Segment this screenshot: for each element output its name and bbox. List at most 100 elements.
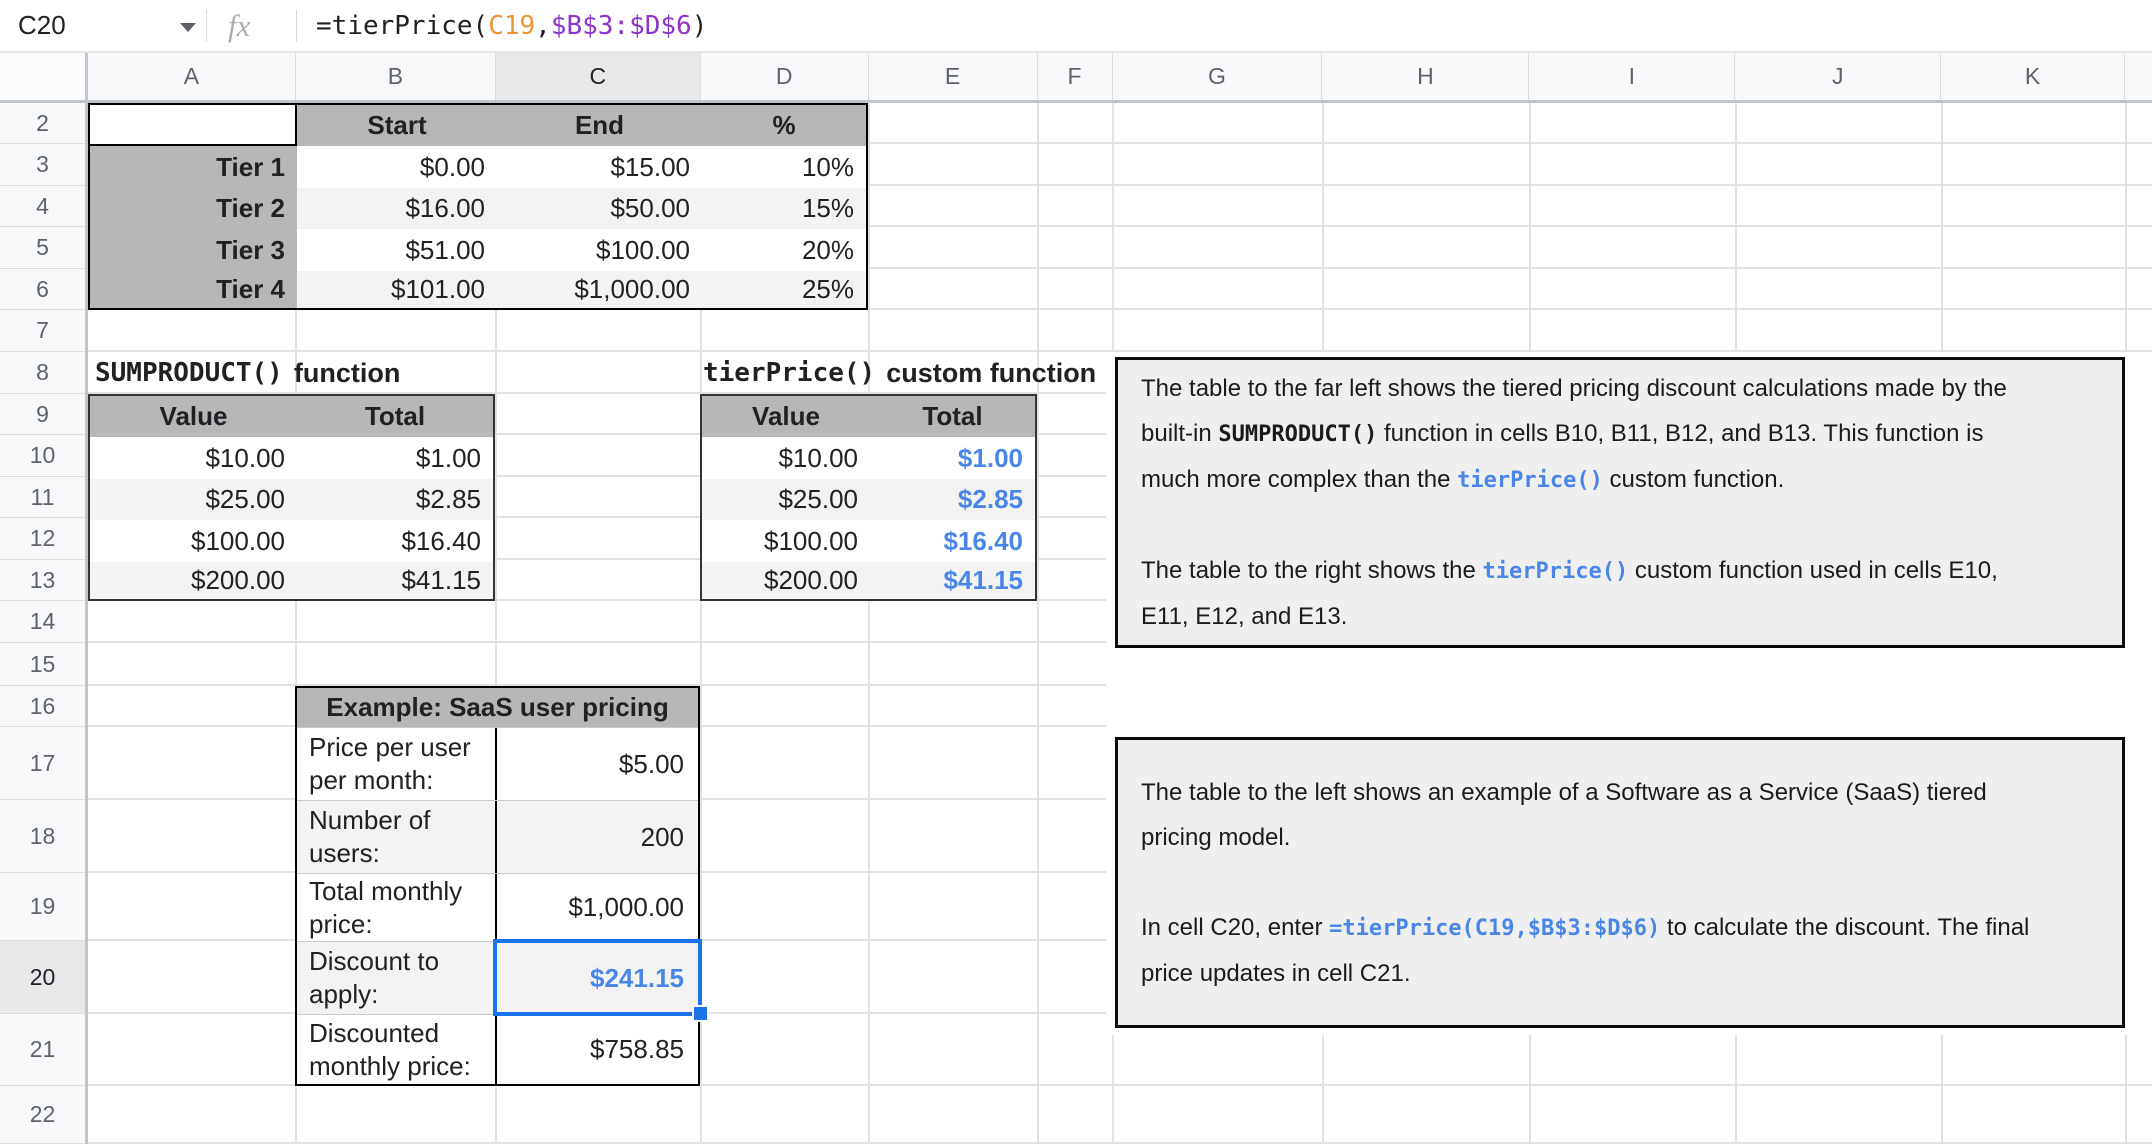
row-header[interactable]: 13 xyxy=(0,560,85,601)
grid-row-line xyxy=(88,310,2152,352)
note-box-sumproduct[interactable]: The table to the far left shows the tier… xyxy=(1115,357,2125,648)
cell[interactable]: $16.40 xyxy=(297,520,493,562)
table-row: $200.00 $41.15 xyxy=(90,562,493,599)
cell[interactable]: $50.00 xyxy=(497,188,702,229)
tier-header-end[interactable]: End xyxy=(497,105,702,146)
grid-row-line xyxy=(88,1086,2152,1144)
cell[interactable]: $41.15 xyxy=(297,562,493,599)
column-header[interactable]: J xyxy=(1734,53,1940,100)
cell[interactable]: $2.85 xyxy=(870,479,1035,520)
table-row: Example: SaaS user pricing xyxy=(297,688,698,727)
cell[interactable]: Number of users: xyxy=(297,801,497,873)
header-total[interactable]: Total xyxy=(870,396,1035,437)
row-header[interactable]: 17 xyxy=(0,727,85,800)
table-row: Price per user per month: $5.00 xyxy=(297,727,698,800)
column-header[interactable]: C xyxy=(494,53,700,100)
text-segment: SUMPRODUCT() xyxy=(1218,422,1378,447)
cell-a2[interactable] xyxy=(90,105,297,146)
row-header[interactable]: 22 xyxy=(0,1086,85,1144)
cell[interactable]: $16.00 xyxy=(297,188,497,229)
cell[interactable]: $25.00 xyxy=(702,479,870,520)
row-header[interactable]: 19 xyxy=(0,873,85,941)
row-header[interactable]: 6 xyxy=(0,269,85,310)
row-header[interactable]: 10 xyxy=(0,435,85,477)
row-header[interactable]: 4 xyxy=(0,186,85,227)
row-header[interactable]: 7 xyxy=(0,310,85,352)
select-all-corner[interactable] xyxy=(0,53,88,103)
cell[interactable]: 10% xyxy=(702,146,866,188)
cell[interactable]: $15.00 xyxy=(497,146,702,188)
spreadsheet-app: C20 fx =tierPrice(C19, $B$3:$D$6) ABCDEFG… xyxy=(0,0,2152,1144)
cell[interactable]: $25.00 xyxy=(90,479,297,520)
sumproduct-title-mono: SUMPRODUCT() xyxy=(95,358,283,388)
cell[interactable]: Discount to apply: xyxy=(297,942,497,1014)
row-header[interactable]: 12 xyxy=(0,518,85,560)
cell[interactable]: 15% xyxy=(702,188,866,229)
note-box-saas[interactable]: The table to the left shows an example o… xyxy=(1115,737,2125,1028)
cell[interactable]: $5.00 xyxy=(497,728,698,800)
row-header[interactable]: 21 xyxy=(0,1014,85,1086)
cell[interactable]: Discounted monthly price: xyxy=(297,1015,497,1084)
cell[interactable]: 25% xyxy=(702,271,866,308)
note-paragraph: The table to the far left shows the tier… xyxy=(1141,366,2099,503)
column-header[interactable]: E xyxy=(867,53,1037,100)
row-header[interactable]: 8 xyxy=(0,352,85,394)
cell[interactable]: $100.00 xyxy=(497,229,702,271)
cell[interactable]: $41.15 xyxy=(870,562,1035,599)
row-header[interactable]: 16 xyxy=(0,686,85,727)
cell[interactable]: $100.00 xyxy=(90,520,297,562)
chevron-down-icon[interactable] xyxy=(180,23,196,32)
row-header[interactable]: 2 xyxy=(0,103,85,144)
column-header[interactable]: H xyxy=(1321,53,1528,100)
cell[interactable]: $758.85 xyxy=(497,1015,698,1084)
cell[interactable]: 200 xyxy=(497,801,698,873)
tier-header-pct[interactable]: % xyxy=(702,105,866,146)
row-header[interactable]: 15 xyxy=(0,643,85,686)
header-value[interactable]: Value xyxy=(702,396,870,437)
column-header[interactable]: D xyxy=(699,53,868,100)
row-header[interactable]: 9 xyxy=(0,394,85,435)
cell[interactable]: $1,000.00 xyxy=(497,874,698,941)
name-box[interactable]: C20 xyxy=(18,0,66,51)
column-header[interactable]: G xyxy=(1111,53,1322,100)
cell[interactable]: $16.40 xyxy=(870,520,1035,562)
cell[interactable]: $51.00 xyxy=(297,229,497,271)
cell[interactable]: $10.00 xyxy=(90,437,297,479)
cell[interactable]: $1.00 xyxy=(297,437,493,479)
cell[interactable]: $200.00 xyxy=(90,562,297,599)
selected-cell-value[interactable]: $241.15 xyxy=(497,942,698,1014)
column-header[interactable]: A xyxy=(88,53,295,100)
cell[interactable]: Tier 3 xyxy=(90,229,297,271)
row-header[interactable]: 14 xyxy=(0,601,85,643)
tier-header-start[interactable]: Start xyxy=(297,105,497,146)
cell[interactable]: Total monthly price: xyxy=(297,874,497,941)
row-header[interactable]: 11 xyxy=(0,477,85,518)
column-header[interactable]: K xyxy=(1940,53,2124,100)
cell[interactable]: $1,000.00 xyxy=(497,271,702,308)
cell[interactable]: 20% xyxy=(702,229,866,271)
cell[interactable]: Tier 2 xyxy=(90,188,297,229)
column-header[interactable]: F xyxy=(1036,53,1112,100)
header-total[interactable]: Total xyxy=(297,396,493,437)
cell[interactable]: $0.00 xyxy=(297,146,497,188)
cell[interactable]: $100.00 xyxy=(702,520,870,562)
row-header[interactable]: 5 xyxy=(0,227,85,269)
formula-input[interactable]: =tierPrice(C19, $B$3:$D$6) xyxy=(316,0,707,51)
cell[interactable]: $1.00 xyxy=(870,437,1035,479)
column-header[interactable]: I xyxy=(1528,53,1734,100)
cell[interactable]: $2.85 xyxy=(297,479,493,520)
table-row: Number of users: 200 xyxy=(297,800,698,873)
cell[interactable]: $10.00 xyxy=(702,437,870,479)
cell[interactable]: $200.00 xyxy=(702,562,870,599)
row-header[interactable]: 3 xyxy=(0,144,85,186)
saas-table-title[interactable]: Example: SaaS user pricing xyxy=(297,688,698,727)
row-header[interactable]: 20 xyxy=(0,941,85,1014)
fill-handle[interactable] xyxy=(692,1005,709,1022)
header-value[interactable]: Value xyxy=(90,396,297,437)
cell[interactable]: Price per user per month: xyxy=(297,728,497,800)
cell[interactable]: Tier 4 xyxy=(90,271,297,308)
cell[interactable]: Tier 1 xyxy=(90,146,297,188)
row-header[interactable]: 18 xyxy=(0,800,85,873)
column-header[interactable]: B xyxy=(294,53,495,100)
cell[interactable]: $101.00 xyxy=(297,271,497,308)
